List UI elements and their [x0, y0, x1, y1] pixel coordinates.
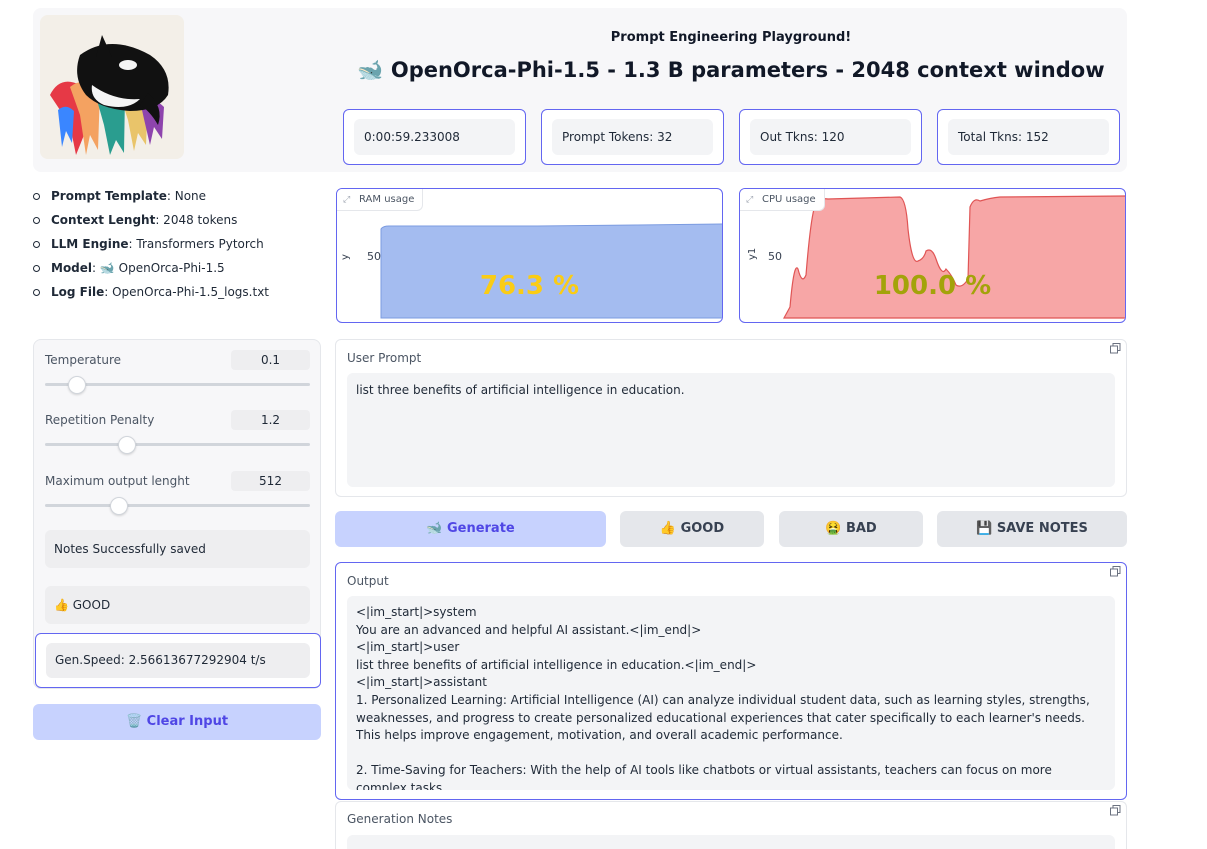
chart-icon: ⤢ — [746, 195, 754, 205]
info-value: : Transformers Pytorch — [128, 237, 264, 251]
info-key: Log File — [51, 285, 105, 299]
cpu-plot-label-text: CPU usage — [762, 194, 816, 205]
output-line — [356, 745, 1106, 763]
output-label: Output — [347, 574, 389, 588]
info-model: Model: 🐋 OpenOrca-Phi-1.5 — [33, 260, 333, 284]
output-textarea[interactable]: <|im_start|>system You are an advanced a… — [347, 596, 1115, 790]
info-key: Context Lenght — [51, 213, 156, 227]
cpu-value-text: 100.0 % — [873, 271, 992, 301]
user-prompt-panel: User Prompt list three benefits of artif… — [335, 339, 1127, 497]
cpu-plot-label: ⤢ CPU usage — [740, 189, 825, 211]
output-line: <|im_start|>assistant — [356, 675, 487, 690]
bad-button[interactable]: 🤮 BAD — [779, 511, 923, 547]
output-line: list three benefits of artificial intell… — [356, 657, 757, 672]
model-info-list: Prompt Template: None Context Lenght: 20… — [33, 188, 333, 308]
temperature-slider-thumb[interactable] — [67, 376, 86, 394]
info-prompt-template: Prompt Template: None — [33, 188, 333, 212]
cpu-y-tick: 50 — [768, 250, 782, 263]
header: Prompt Engineering Playground! 🐋 OpenOrc… — [33, 8, 1127, 172]
rating-textbox[interactable]: 👍 GOOD — [45, 586, 310, 624]
temperature-value-input[interactable]: 0.1 — [231, 350, 310, 370]
repetition-penalty-label: Repetition Penalty — [45, 413, 155, 427]
notes-status-textbox[interactable]: Notes Successfully saved — [45, 530, 310, 568]
output-line: You are an advanced and helpful AI assis… — [356, 622, 702, 637]
repetition-penalty-value-input[interactable]: 1.2 — [231, 410, 310, 430]
clear-input-button[interactable]: 🗑️ Clear Input — [33, 704, 321, 740]
cpu-usage-plot: ⤢ CPU usage y1 50 100.0 % — [739, 188, 1126, 323]
info-llm-engine: LLM Engine: Transformers Pytorch — [33, 236, 333, 260]
output-line: <|im_start|>system — [356, 605, 477, 619]
info-key: Prompt Template — [51, 189, 167, 203]
max-output-slider-track[interactable] — [45, 504, 310, 507]
ram-y-tick: 50 — [367, 250, 381, 263]
generate-button[interactable]: 🐋 Generate — [335, 511, 606, 547]
elapsed-time-value: 0:00:59.233008 — [354, 119, 515, 155]
info-value: : OpenOrca-Phi-1.5_logs.txt — [104, 285, 269, 299]
info-value: : 2048 tokens — [155, 213, 238, 227]
chart-icon: ⤢ — [343, 195, 351, 205]
out-tokens-value: Out Tkns: 120 — [750, 119, 911, 155]
temperature-label: Temperature — [45, 353, 122, 367]
total-tokens-value: Total Tkns: 152 — [948, 119, 1109, 155]
copy-icon[interactable] — [1110, 566, 1122, 578]
gen-speed-box: Gen.Speed: 2.56613677292904 t/s — [35, 633, 321, 688]
prompt-tokens-value: Prompt Tokens: 32 — [552, 119, 713, 155]
repetition-penalty-slider-thumb[interactable] — [118, 436, 137, 454]
info-key: LLM Engine — [51, 237, 129, 251]
app-subtitle: Prompt Engineering Playground! — [610, 30, 852, 45]
max-output-value-input[interactable]: 512 — [231, 471, 310, 491]
good-button[interactable]: 👍 GOOD — [620, 511, 764, 547]
info-value: : None — [166, 189, 207, 203]
copy-icon[interactable] — [1110, 805, 1122, 817]
elapsed-time-box: 0:00:59.233008 — [343, 109, 526, 165]
generation-notes-textarea[interactable] — [347, 835, 1115, 849]
prompt-tokens-box: Prompt Tokens: 32 — [541, 109, 724, 165]
total-tokens-box: Total Tkns: 152 — [937, 109, 1120, 165]
info-log-file: Log File: OpenOrca-Phi-1.5_logs.txt — [33, 284, 333, 308]
max-output-label: Maximum output lenght — [45, 474, 190, 488]
generation-notes-panel: Generation Notes — [335, 801, 1127, 849]
out-tokens-box: Out Tkns: 120 — [739, 109, 922, 165]
output-line: <|im_start|>user — [356, 640, 460, 655]
info-context-length: Context Lenght: 2048 tokens — [33, 212, 333, 236]
app-title: 🐋 OpenOrca-Phi-1.5 - 1.3 B parameters - … — [357, 58, 1105, 82]
max-output-slider-thumb[interactable] — [110, 497, 129, 515]
user-prompt-label: User Prompt — [347, 351, 422, 365]
generation-notes-label: Generation Notes — [347, 812, 453, 826]
generation-settings-panel: Temperature 0.1 Repetition Penalty 1.2 M… — [33, 339, 321, 689]
ram-value-text: 76.3 % — [479, 271, 580, 301]
user-prompt-textarea[interactable]: list three benefits of artificial intell… — [347, 373, 1115, 487]
ram-plot-label: ⤢ RAM usage — [337, 189, 424, 211]
cpu-y-axis-label: y1 — [747, 248, 758, 260]
orca-logo-image — [40, 15, 184, 159]
ram-y-axis-label: y — [340, 254, 351, 260]
gen-speed-value[interactable]: Gen.Speed: 2.56613677292904 t/s — [46, 643, 310, 678]
repetition-penalty-slider-track[interactable] — [45, 443, 310, 446]
output-panel: Output <|im_start|>system You are an adv… — [335, 562, 1127, 800]
output-line: 1. Personalized Learning: Artificial Int… — [356, 692, 1094, 743]
copy-icon[interactable] — [1110, 343, 1122, 355]
info-value: : 🐋 OpenOrca-Phi-1.5 — [92, 261, 225, 275]
ram-plot-label-text: RAM usage — [359, 194, 415, 205]
output-line: 2. Time-Saving for Teachers: With the he… — [356, 763, 1056, 790]
save-notes-button[interactable]: 💾 SAVE NOTES — [937, 511, 1127, 547]
ram-usage-plot: ⤢ RAM usage y 50 76.3 % — [336, 188, 723, 323]
info-key: Model — [51, 261, 93, 275]
